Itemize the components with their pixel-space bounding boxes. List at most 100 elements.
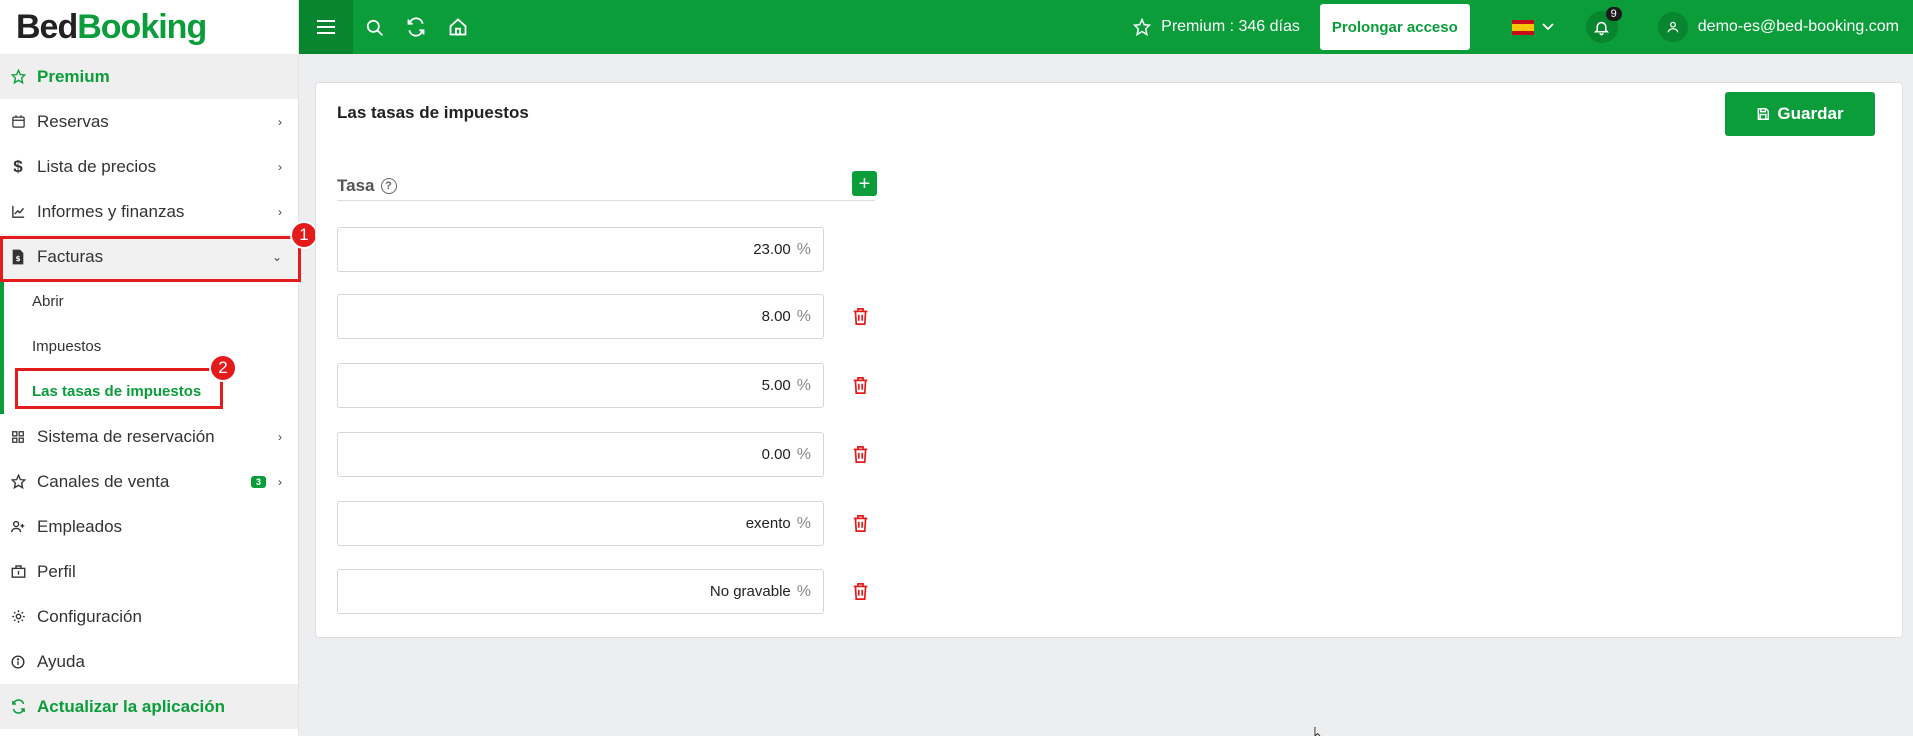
- chevron-right-icon: ›: [278, 429, 282, 444]
- refresh-button[interactable]: [395, 0, 437, 54]
- rate-input[interactable]: 8.00%: [337, 294, 824, 339]
- menu-toggle-button[interactable]: [299, 0, 353, 54]
- star-icon: [10, 474, 26, 490]
- page-title: Las tasas de impuestos: [337, 103, 529, 122]
- invoice-icon: $: [10, 249, 26, 265]
- percent-suffix: %: [796, 582, 811, 600]
- percent-suffix: %: [796, 307, 811, 325]
- prolong-access-button[interactable]: Prolongar acceso: [1319, 4, 1470, 50]
- floppy-disk-icon: [1758, 108, 1770, 120]
- sidebar-item-label: Configuración: [37, 606, 142, 626]
- save-button[interactable]: Guardar: [1725, 92, 1875, 136]
- sidebar-item-label: Canales de venta: [37, 471, 170, 491]
- delete-rate-button[interactable]: [850, 305, 870, 327]
- svg-text:$: $: [15, 254, 20, 263]
- annotation-step-2: 2: [209, 354, 237, 382]
- rate-value: exento: [745, 515, 791, 532]
- mouse-cursor-icon: [1314, 727, 1321, 736]
- percent-suffix: %: [796, 514, 811, 532]
- chevron-right-icon: ›: [278, 159, 282, 174]
- sidebar-item-label: Sistema de reservación: [37, 426, 215, 446]
- home-button[interactable]: [437, 0, 479, 54]
- sidebar-item-sistema-reservacion[interactable]: Sistema de reservación ›: [0, 414, 298, 459]
- sidebar-item-facturas[interactable]: $ Facturas ⌄: [0, 234, 298, 279]
- line-chart-icon: [10, 204, 26, 220]
- help-icon[interactable]: ?: [380, 177, 397, 194]
- rate-column-label: Tasa: [337, 175, 375, 195]
- spain-flag-icon: [1511, 19, 1534, 35]
- notifications-button[interactable]: 9: [1585, 7, 1622, 43]
- language-selector[interactable]: [1511, 19, 1554, 35]
- brand-logo[interactable]: Bed Booking: [0, 0, 298, 54]
- refresh-icon: [407, 17, 425, 37]
- premium-days-text: Premium : 346 días: [1161, 18, 1300, 35]
- sidebar-subitem-tasas-impuestos[interactable]: Las tasas de impuestos: [4, 369, 298, 414]
- trash-icon: [853, 376, 867, 394]
- user-icon: [1657, 12, 1688, 42]
- sidebar-item-label: Actualizar la aplicación: [37, 696, 226, 716]
- brand-logo-part1: Bed: [16, 7, 78, 46]
- delete-rate-button[interactable]: [850, 374, 870, 396]
- topbar: Premium : 346 días Prolongar acceso 9 de…: [299, 0, 1913, 54]
- search-button[interactable]: [353, 0, 395, 54]
- sidebar-item-ayuda[interactable]: Ayuda: [0, 639, 298, 684]
- sidebar-subitem-impuestos[interactable]: Impuestos: [4, 324, 298, 369]
- home-icon: [449, 18, 467, 36]
- sidebar-item-configuracion[interactable]: Configuración: [0, 594, 298, 639]
- calendar-icon: [10, 114, 26, 130]
- sidebar-item-perfil[interactable]: Perfil: [0, 549, 298, 594]
- percent-suffix: %: [796, 240, 811, 258]
- sidebar: Bed Booking Premium Reservas › $ Lista de…: [0, 0, 299, 736]
- sidebar-item-canales-venta[interactable]: Canales de venta 3 ›: [0, 459, 298, 504]
- percent-suffix: %: [796, 376, 811, 394]
- rate-input[interactable]: exento%: [337, 501, 824, 546]
- sidebar-item-label: Reservas: [37, 111, 109, 131]
- sidebar-item-empleados[interactable]: Empleados: [0, 504, 298, 549]
- delete-rate-button[interactable]: [850, 443, 870, 465]
- info-icon: [10, 654, 26, 670]
- rate-input[interactable]: 0.00%: [337, 432, 824, 477]
- sidebar-subitem-abrir[interactable]: Abrir: [4, 279, 298, 324]
- rate-input[interactable]: No gravable%: [337, 569, 824, 614]
- bell-icon: [1594, 21, 1610, 35]
- sidebar-item-premium[interactable]: Premium: [0, 54, 298, 99]
- trash-icon: [853, 307, 867, 325]
- sidebar-item-informes[interactable]: Informes y finanzas ›: [0, 189, 298, 234]
- chevron-right-icon: ›: [278, 204, 282, 219]
- sidebar-item-label: Ayuda: [37, 651, 85, 671]
- annotation-step-1: 1: [290, 221, 318, 249]
- rate-value: 5.00: [761, 377, 791, 394]
- plus-icon: +: [858, 172, 871, 195]
- sidebar-item-reservas[interactable]: Reservas ›: [0, 99, 298, 144]
- user-plus-icon: [10, 519, 26, 535]
- gear-icon: [10, 609, 26, 625]
- sidebar-item-label: Informes y finanzas: [37, 201, 185, 221]
- user-menu[interactable]: demo-es@bed-booking.com: [1657, 12, 1899, 42]
- sidebar-item-lista-de-precios[interactable]: $ Lista de precios ›: [0, 144, 298, 189]
- user-email: demo-es@bed-booking.com: [1697, 18, 1899, 35]
- add-rate-button[interactable]: +: [852, 171, 877, 196]
- rate-input[interactable]: 23.00%: [337, 227, 824, 272]
- premium-status[interactable]: Premium : 346 días: [1133, 18, 1300, 36]
- rate-value: 23.00: [753, 241, 791, 258]
- sidebar-item-label: Empleados: [37, 516, 123, 536]
- refresh-icon: [10, 699, 26, 715]
- hamburger-icon: [317, 20, 335, 34]
- rate-input[interactable]: 5.00%: [337, 363, 824, 408]
- percent-suffix: %: [796, 445, 811, 463]
- trash-icon: [853, 445, 867, 463]
- delete-rate-button[interactable]: [850, 512, 870, 534]
- rate-value: 0.00: [761, 446, 791, 463]
- save-button-label: Guardar: [1777, 104, 1844, 123]
- building-icon: [10, 564, 26, 580]
- trash-icon: [853, 582, 867, 600]
- chevron-right-icon: ›: [278, 114, 282, 129]
- star-icon: [1133, 18, 1152, 36]
- sidebar-item-label: Perfil: [37, 561, 76, 581]
- sidebar-item-label: Premium: [37, 66, 110, 86]
- delete-rate-button[interactable]: [850, 580, 870, 602]
- sidebar-item-actualizar[interactable]: Actualizar la aplicación: [0, 684, 298, 729]
- brand-logo-part2: Booking: [77, 7, 207, 46]
- chevron-right-icon: ›: [278, 474, 282, 489]
- rate-value: No gravable: [709, 583, 791, 600]
